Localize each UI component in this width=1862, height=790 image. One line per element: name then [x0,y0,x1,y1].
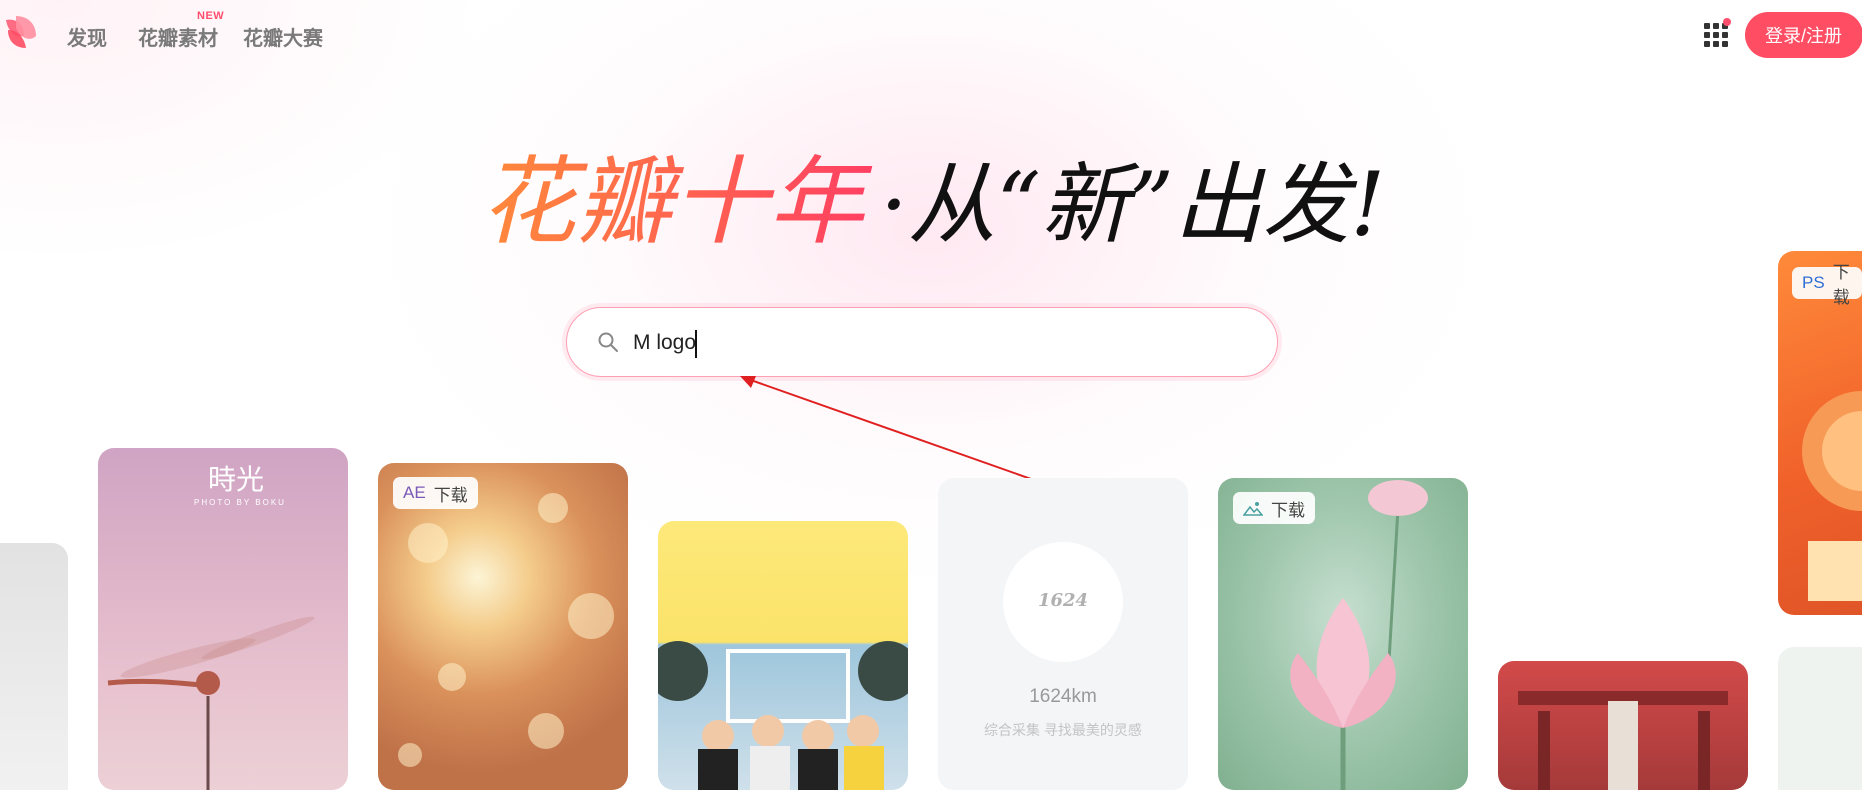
petal-logo-icon[interactable] [2,14,38,50]
download-badge[interactable]: AE 下载 [393,477,478,509]
dragonfly-illustration [107,616,315,790]
card-partial-right[interactable] [1778,647,1862,790]
card-orange-poster[interactable]: PS 下载 [1778,251,1862,615]
login-register-button[interactable]: 登录/注册 [1745,12,1862,58]
card-credit: PHOTO BY BOKU [194,498,286,507]
apps-grid-button[interactable] [1701,17,1731,47]
hero-headline: 花瓣十年 ·从“新”出发! [470,130,1390,280]
card-dragonfly[interactable]: 時光 PHOTO BY BOKU [98,448,348,790]
profile-description: 综合采集 寻找最美的灵感 [984,722,1142,738]
headline-dark: ·从“新”出发! [880,153,1385,256]
card-partial-left[interactable] [0,543,68,790]
lotus-illustration [1290,480,1428,790]
search-icon[interactable] [597,331,619,353]
profile-avatar: 1624 [1003,542,1123,662]
orange-poster-illustration [1802,391,1862,601]
card-lotus[interactable]: 下载 [1218,478,1468,790]
download-label: 下载 [1832,263,1850,307]
download-label: 下载 [433,485,468,505]
nav-discover[interactable]: 发现 [67,22,107,51]
image-icon [1243,502,1263,516]
red-poster-illustration [1518,691,1728,790]
text-caret [695,330,697,358]
apps-grid-icon [1704,23,1728,47]
nav-materials[interactable]: 花瓣素材 [138,22,218,51]
download-badge[interactable]: PS 下载 [1792,263,1862,307]
search-bar[interactable] [566,307,1278,377]
top-bar: 发现 花瓣素材 NEW 花瓣大赛 登录/注册 [0,0,1862,72]
card-title: 時光 [208,463,265,496]
card-red-poster[interactable] [1498,661,1748,790]
profile-logo-text: 1624 [1037,590,1089,611]
card-profile-1624km[interactable]: 1624 1624km 综合采集 寻找最美的灵感 [938,478,1188,790]
headline-colored: 花瓣十年 [480,146,873,258]
download-badge[interactable]: 下载 [1233,492,1315,524]
profile-name[interactable]: 1624km [938,686,1188,708]
nav-contest[interactable]: 花瓣大赛 [243,22,323,51]
download-label: 下载 [1271,500,1305,520]
card-bokeh[interactable]: AE 下载 [378,463,628,790]
new-badge: NEW [197,10,225,22]
ae-file-icon: AE [403,483,426,502]
search-input[interactable] [633,324,1233,362]
ps-file-icon: PS [1802,273,1825,292]
card-football[interactable] [658,521,908,790]
football-illustration [658,641,908,790]
notification-dot [1723,18,1731,26]
